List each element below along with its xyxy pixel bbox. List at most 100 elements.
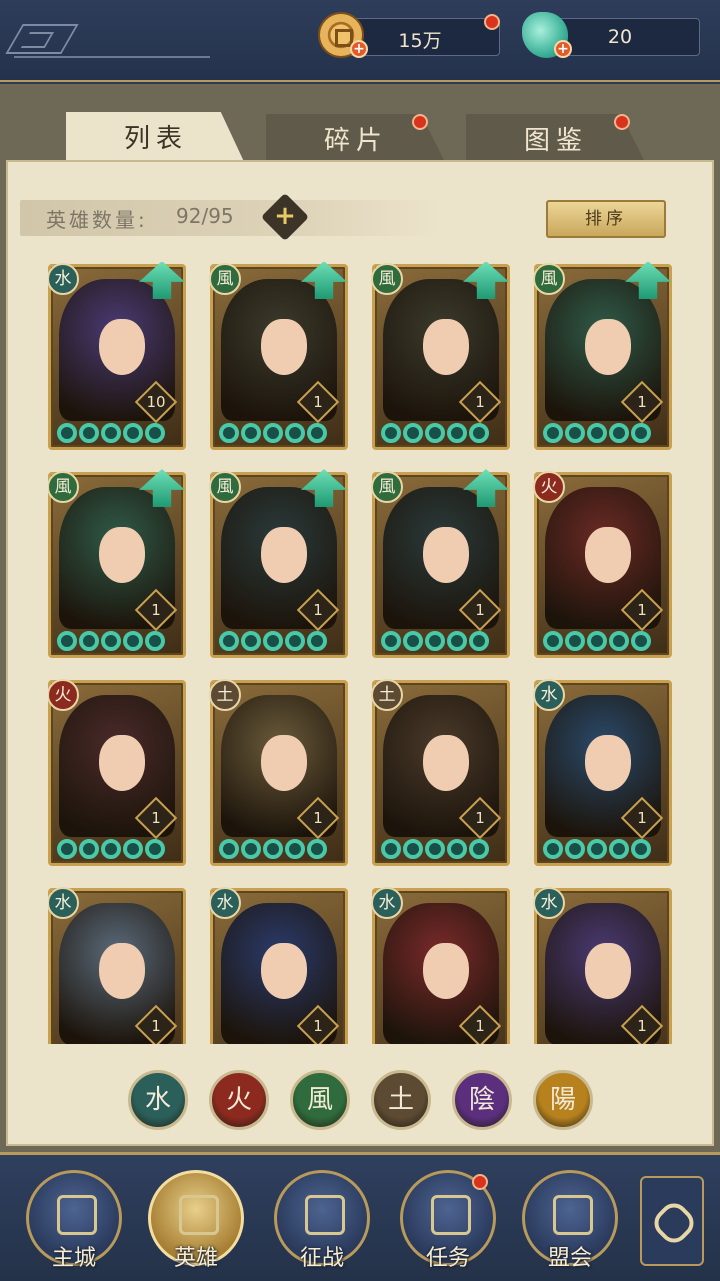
- hero-face: [585, 527, 631, 583]
- element-badge: 土: [371, 679, 403, 711]
- star-icon: [631, 631, 651, 651]
- star-icon: [241, 631, 261, 651]
- star-rating: [57, 839, 165, 861]
- star-icon: [609, 839, 629, 859]
- element-badge: 水: [48, 263, 79, 295]
- star-icon: [447, 423, 467, 443]
- star-icon: [587, 839, 607, 859]
- level-value: 1: [475, 393, 485, 411]
- filter-yang-button[interactable]: 陽: [533, 1070, 593, 1130]
- element-badge: 火: [48, 679, 79, 711]
- level-value: 1: [475, 1017, 485, 1035]
- star-rating: [219, 839, 327, 861]
- hero-face: [261, 319, 307, 375]
- hero-card[interactable]: 水 10: [48, 262, 186, 450]
- menu-icon: [648, 1197, 700, 1249]
- add-coin-icon[interactable]: +: [350, 40, 368, 58]
- star-icon: [101, 631, 121, 651]
- hero-card[interactable]: 風1: [48, 469, 186, 658]
- element-badge: 風: [371, 471, 403, 503]
- tab-list[interactable]: 列表: [66, 112, 246, 166]
- hero-card[interactable]: 水1: [533, 887, 672, 1044]
- level-value: 1: [475, 809, 485, 827]
- element-badge: 水: [48, 887, 79, 919]
- hero-card[interactable]: 風1: [533, 262, 672, 450]
- star-icon: [543, 839, 563, 859]
- hero-card[interactable]: 水1: [371, 887, 510, 1044]
- hero-card[interactable]: 土1: [209, 679, 348, 866]
- hero-grid: 水 10 風 1 風 1 風 1 風 1 風 1 風 1 火 1 火 1 土 1 土 1 水 1 水 1 水 1 水 1 水 1: [48, 262, 678, 1044]
- hero-card[interactable]: 風1: [371, 469, 510, 658]
- element-badge: 水: [533, 679, 565, 711]
- fragments-notification-dot: [412, 114, 428, 130]
- star-rating: [57, 423, 165, 445]
- hero-card[interactable]: 水1: [48, 887, 186, 1044]
- level-value: 1: [313, 393, 323, 411]
- filter-fire-button[interactable]: 火: [209, 1070, 269, 1130]
- hero-face: [585, 735, 631, 791]
- element-badge: 火: [533, 471, 565, 503]
- nav-label: 英雄: [173, 1246, 218, 1271]
- star-icon: [241, 839, 261, 859]
- nav-notification-dot: [472, 1174, 488, 1190]
- star-rating: [381, 423, 489, 445]
- star-icon: [57, 631, 77, 651]
- star-icon: [123, 423, 143, 443]
- hero-face: [423, 735, 469, 791]
- star-icon: [219, 423, 239, 443]
- nav-icon: [553, 1195, 593, 1235]
- element-badge: 風: [209, 471, 241, 503]
- level-value: 1: [637, 1017, 647, 1035]
- level-value: 1: [313, 809, 323, 827]
- star-rating: [219, 423, 327, 445]
- filter-earth-button[interactable]: 土: [371, 1070, 431, 1130]
- star-rating: [57, 631, 165, 653]
- logo-icon: [5, 24, 79, 54]
- hero-face: [585, 319, 631, 375]
- star-icon: [469, 631, 489, 651]
- filter-yin-button[interactable]: 陰: [452, 1070, 512, 1130]
- hero-card[interactable]: 火1: [533, 471, 672, 658]
- hero-card[interactable]: 土1: [371, 679, 510, 866]
- level-value: 1: [637, 601, 647, 619]
- star-icon: [263, 839, 283, 859]
- menu-button[interactable]: [640, 1176, 704, 1266]
- hero-card[interactable]: 風1: [209, 262, 348, 450]
- hero-card[interactable]: 風1: [209, 469, 348, 658]
- add-gem-icon[interactable]: +: [554, 40, 572, 58]
- hero-card[interactable]: 風1: [371, 262, 510, 450]
- level-value: 1: [151, 809, 161, 827]
- star-rating: [381, 839, 489, 861]
- filter-water-button[interactable]: 水: [128, 1070, 188, 1130]
- expand-hero-slots-button[interactable]: +: [260, 192, 310, 242]
- star-icon: [565, 631, 585, 651]
- element-badge: 水: [533, 887, 565, 919]
- sort-button[interactable]: 排序: [546, 200, 666, 238]
- star-icon: [565, 423, 585, 443]
- star-icon: [425, 423, 445, 443]
- coin-notification-dot: [484, 14, 500, 30]
- nav-icon: [305, 1195, 345, 1235]
- star-rating: [543, 631, 651, 653]
- plus-icon: +: [274, 201, 296, 231]
- element-badge: 風: [533, 263, 565, 295]
- star-icon: [447, 839, 467, 859]
- hero-card[interactable]: 火1: [48, 679, 186, 866]
- hero-face: [423, 527, 469, 583]
- star-icon: [469, 839, 489, 859]
- hero-card[interactable]: 水1: [209, 887, 348, 1044]
- atlas-notification-dot: [614, 114, 630, 130]
- nav-label: 任务: [425, 1246, 470, 1271]
- star-icon: [543, 423, 563, 443]
- level-value: 1: [151, 1017, 161, 1035]
- star-icon: [241, 423, 261, 443]
- filter-wind-button[interactable]: 風: [290, 1070, 350, 1130]
- hero-face: [99, 735, 145, 791]
- level-value: 1: [313, 601, 323, 619]
- star-icon: [425, 839, 445, 859]
- nav-icon: [57, 1195, 97, 1235]
- star-icon: [263, 423, 283, 443]
- nav-icon: [179, 1195, 219, 1235]
- divider: [14, 56, 210, 58]
- hero-card[interactable]: 水1: [533, 679, 672, 866]
